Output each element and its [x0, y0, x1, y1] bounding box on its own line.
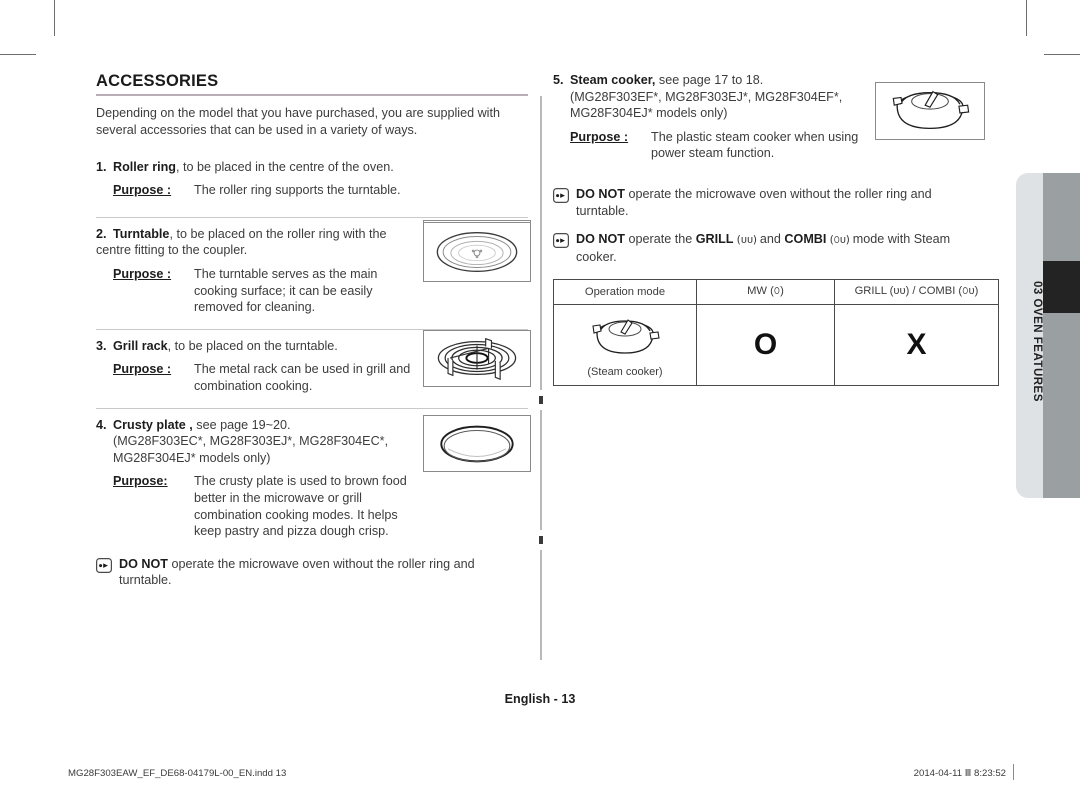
note-text: DO NOT operate the GRILL (ᴜᴜ) and COMBI … [576, 231, 983, 265]
left-column: ACCESSORIES Depending on the model that … [96, 72, 531, 589]
note-strong-a: DO NOT [576, 232, 625, 247]
accessory-heading: 5. Steam cooker, see page 17 to 18. [553, 72, 875, 89]
accessory-models: (MG28F303EF*, MG28F303EJ*, MG28F304EF*, … [570, 89, 843, 121]
note-do-not-left: DO NOT operate the microwave oven withou… [96, 556, 528, 589]
accessory-number: 4. [96, 417, 107, 432]
note-text: DO NOT operate the microwave oven withou… [576, 186, 956, 219]
accessory-name: Steam cooker, [570, 73, 656, 87]
note-do-not-right-1: DO NOT operate the microwave oven withou… [553, 186, 983, 219]
column-divider-top [540, 96, 542, 390]
purpose-label: Purpose: [113, 474, 168, 489]
accessory-models: (MG28F303EC*, MG28F303EJ*, MG28F304EC*, … [113, 434, 389, 465]
cell-mw-result: O [696, 304, 835, 387]
header-mw: MW (௦) [696, 279, 835, 306]
note-strong-grill: GRILL [695, 232, 734, 247]
section-intro: Depending on the model that you have pur… [96, 106, 500, 137]
accessory-name: Roller ring [113, 159, 176, 174]
accessory-item-steam-cooker: 5. Steam cooker, see page 17 to 18. (MG28… [553, 72, 985, 162]
accessory-desc: , to be placed on the turntable. [167, 338, 338, 353]
accessory-heading: 4. Crusty plate , see page 19~20. [96, 417, 414, 434]
column-divider-mid [540, 410, 542, 530]
accessory-purpose: Purpose : The metal rack can be used in … [96, 361, 414, 394]
column-divider-tick-1 [539, 396, 543, 404]
purpose-label: Purpose : [113, 266, 172, 281]
side-tab-dark-marker [1043, 261, 1080, 313]
note-do-not-right-2: DO NOT operate the GRILL (ᴜᴜ) and COMBI … [553, 231, 983, 265]
manual-page: ACCESSORIES Depending on the model that … [0, 0, 1080, 792]
footer-filename: MG28F303EAW_EF_DE68-04179L-00_EN.indd 13 [68, 768, 287, 779]
accessory-name: Grill rack [113, 338, 168, 353]
accessory-item-crusty-plate: 4. Crusty plate , see page 19~20. (MG28F3… [96, 407, 531, 540]
cell-steam-cooker: (Steam cooker) [553, 304, 697, 387]
table-row: (Steam cooker) O X [553, 304, 999, 387]
accessory-item-roller-ring: 1. Roller ring, to be placed in the centr… [96, 151, 531, 275]
accessory-purpose: Purpose : The turntable serves as the ma… [96, 266, 414, 316]
mw-mark: O [753, 328, 778, 362]
header-operation-mode: Operation mode [553, 279, 697, 306]
grill-rack-image [423, 329, 531, 387]
side-tab-gray-band [1043, 173, 1080, 498]
combi-symbol: (௦ᴜ) [826, 233, 853, 247]
cell-grill-combi-result: X [834, 304, 999, 387]
purpose-label: Purpose : [113, 183, 172, 198]
mode-compatibility-table: Operation mode MW (௦) GRILL (ᴜᴜ) / COMBI… [553, 279, 999, 387]
accessory-item-grill-rack: 3. Grill rack, to be placed on the turnta… [96, 328, 531, 395]
accessory-purpose: Purpose: The crusty plate is used to bro… [96, 473, 414, 539]
purpose-text: The plastic steam cooker when using powe… [651, 129, 859, 161]
pointing-hand-icon [96, 557, 112, 573]
cell-caption: (Steam cooker) [587, 365, 663, 378]
header-grill-combi: GRILL (ᴜᴜ) / COMBI (௦ᴜ) [834, 279, 999, 306]
accessory-number: 1. [96, 159, 107, 174]
table-header-row: Operation mode MW (௦) GRILL (ᴜᴜ) / COMBI… [553, 279, 999, 306]
note-strong: DO NOT [119, 556, 168, 571]
purpose-text: The turntable serves as the main cooking… [194, 266, 378, 315]
accessory-name: Crusty plate , [113, 417, 193, 432]
crusty-plate-image [423, 414, 531, 472]
column-divider-tick-2 [539, 536, 543, 544]
accessory-heading: 2. Turntable, to be placed on the roller … [96, 226, 414, 259]
right-column: 5. Steam cooker, see page 17 to 18. (MG28… [553, 72, 999, 387]
accessory-heading: 3. Grill rack, to be placed on the turnta… [96, 338, 414, 355]
column-divider-bottom [540, 550, 542, 660]
note-body: operate the microwave oven without the r… [576, 186, 932, 218]
accessory-desc: see page 17 to 18. [655, 73, 764, 87]
steam-cooker-thumb-icon [556, 313, 694, 364]
accessory-desc: see page 19~20. [192, 417, 291, 432]
steam-cooker-image [875, 82, 985, 140]
note-strong: DO NOT [576, 186, 625, 201]
purpose-text: The metal rack can be used in grill and … [194, 362, 411, 393]
turntable-image [423, 221, 531, 282]
accessory-desc: , to be placed in the centre of the oven… [175, 159, 394, 174]
note-text: DO NOT operate the microwave oven withou… [119, 556, 489, 589]
footer-divider [1013, 764, 1014, 780]
note-body: operate the microwave oven without the r… [119, 556, 475, 588]
note-mid-b: and [759, 232, 785, 247]
accessory-purpose: Purpose : The plastic steam cooker when … [553, 129, 875, 162]
accessory-heading: 1. Roller ring, to be placed in the centr… [96, 159, 414, 176]
purpose-text: The crusty plate is used to brown food b… [194, 474, 407, 539]
page-number: English - 13 [504, 692, 576, 706]
purpose-text: The roller ring supports the turntable. [194, 183, 401, 198]
pointing-hand-icon [553, 233, 569, 249]
grill-symbol: (ᴜᴜ) [733, 233, 760, 247]
note-strong-combi: COMBI [784, 232, 827, 247]
accessory-name: Turntable [113, 226, 170, 241]
accessory-number: 2. [96, 226, 107, 241]
page-title: ACCESSORIES [96, 72, 528, 96]
grill-combi-mark: X [906, 328, 927, 362]
accessory-purpose: Purpose : The roller ring supports the t… [96, 182, 414, 199]
accessory-item-turntable: 2. Turntable, to be placed on the roller … [96, 216, 531, 316]
chapter-side-tab: 03 OVEN FEATURES [1005, 173, 1080, 498]
pointing-hand-icon [553, 187, 569, 203]
purpose-label: Purpose : [113, 362, 172, 377]
accessory-number: 5. [553, 73, 564, 87]
note-mid-a: operate the [624, 232, 696, 247]
accessory-number: 3. [96, 338, 107, 353]
purpose-label: Purpose : [570, 129, 629, 144]
footer-timestamp: 2014-04-11 Ⅲ 8:23:52 [913, 768, 1006, 779]
side-tab-label: 03 OVEN FEATURES [1031, 281, 1043, 402]
